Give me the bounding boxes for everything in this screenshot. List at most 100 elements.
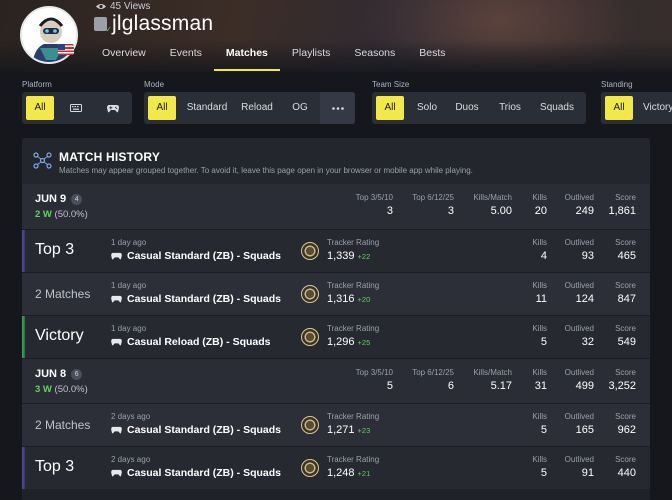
- tab-overview[interactable]: Overview: [90, 37, 158, 71]
- mode-segmented-control: All Standard Reload OG: [144, 92, 355, 124]
- gamepad-icon: [111, 252, 122, 260]
- stat-label: Outlived: [564, 238, 594, 247]
- match-row[interactable]: Top 3 2 days ago Casual Standard (ZB) - …: [22, 446, 650, 489]
- team-size-trios-button[interactable]: Trios: [488, 92, 532, 124]
- mode-all-button[interactable]: All: [148, 96, 176, 120]
- tab-events[interactable]: Events: [158, 37, 214, 71]
- match-row[interactable]: Top 3 1 day ago Casual Standard (ZB) - S…: [22, 229, 650, 272]
- day-wins: 3 W (50.0%): [35, 384, 88, 395]
- match-placement: Victory: [35, 327, 84, 344]
- rank-badge-icon: [301, 328, 319, 346]
- match-row[interactable]: 2 Matches 1 day ago Casual Standard (ZB)…: [22, 272, 650, 315]
- stat-value: 31: [534, 380, 547, 392]
- tracker-rating-label: Tracker Rating: [327, 324, 380, 333]
- stat-value: 5.17: [490, 380, 512, 392]
- gamepad-icon: [111, 295, 122, 303]
- rank-badge-icon: [301, 242, 319, 260]
- username: jlglassman: [112, 12, 214, 35]
- profile-views: 45 Views: [96, 1, 150, 12]
- mode-standard-button[interactable]: Standard: [180, 92, 234, 124]
- day-win-percent: (50.0%): [54, 384, 88, 395]
- tracker-rating-number: 1,316: [327, 293, 355, 305]
- day-outlived-stat: Outlived 499: [565, 368, 594, 392]
- profile-nav: Overview Events Matches Playlists Season…: [90, 37, 458, 71]
- tracker-rating: Tracker Rating 1,248 +21: [327, 455, 379, 479]
- match-kills-stat: Kills 4: [532, 238, 547, 262]
- stat-value: 3,252: [608, 380, 636, 392]
- match-outlived-stat: Outlived 32: [565, 324, 594, 348]
- stat-value: 124: [575, 293, 594, 305]
- platform-all-button[interactable]: All: [26, 96, 54, 120]
- day-summary-row[interactable]: JUN 9 4 2 W (50.0%) Top 3/5/10 3 Top 6/1…: [22, 184, 650, 229]
- rank-badge-icon: [301, 285, 319, 303]
- tracker-rating-value: 1,271 +23: [327, 424, 379, 436]
- match-outlived-stat: Outlived 91: [565, 455, 594, 479]
- standing-victory-button[interactable]: Victory: [637, 92, 672, 124]
- tracker-rating-number: 1,271: [327, 424, 355, 436]
- mode-og-button[interactable]: OG: [280, 92, 320, 124]
- stat-label: Score: [615, 281, 636, 290]
- rank-badge-icon: [301, 459, 319, 477]
- tracker-rating-number: 1,248: [327, 467, 355, 479]
- match-row[interactable]: 2 Matches 2 days ago Casual Standard (ZB…: [22, 403, 650, 446]
- day-kills-stat: Kills 20: [532, 193, 547, 217]
- gamepad-icon: [111, 338, 122, 346]
- stat-label: Score: [615, 455, 636, 464]
- avatar[interactable]: [20, 6, 78, 64]
- match-score-stat: Score 847: [615, 281, 636, 305]
- match-row[interactable]: Victory 1 day ago Casual Reload (ZB) - S…: [22, 315, 650, 358]
- tab-matches[interactable]: Matches: [213, 37, 280, 71]
- team-size-solo-button[interactable]: Solo: [408, 92, 446, 124]
- stat-label: Outlived: [564, 281, 594, 290]
- profile-header: 45 Views jlglassman Overview Events Matc…: [0, 0, 672, 72]
- username-row: jlglassman: [94, 12, 213, 36]
- stat-label: Kills: [532, 368, 547, 377]
- day-top3510-stat: Top 3/5/10 5: [356, 368, 393, 392]
- mode-reload-button[interactable]: Reload: [234, 92, 280, 124]
- mode-more-button[interactable]: [320, 92, 355, 124]
- placement-accent-bar: [22, 316, 25, 358]
- ellipsis-icon: [331, 106, 344, 110]
- stat-value: 5: [540, 424, 547, 436]
- stat-value: 93: [581, 250, 594, 262]
- day-summary-row[interactable]: JUN 8 6 3 W (50.0%) Top 3/5/10 5 Top 6/1…: [22, 358, 650, 403]
- stat-value: 249: [575, 205, 594, 217]
- platform-filter-label: Platform: [22, 80, 52, 89]
- match-outlived-stat: Outlived 93: [565, 238, 594, 262]
- platform-pc-button[interactable]: [58, 92, 94, 124]
- tab-playlists[interactable]: Playlists: [280, 37, 343, 71]
- match-kills-stat: Kills 5: [532, 412, 547, 436]
- tracker-rating-value: 1,248 +21: [327, 467, 379, 479]
- stat-label: Kills: [532, 324, 547, 333]
- tab-seasons[interactable]: Seasons: [342, 37, 407, 71]
- standing-all-button[interactable]: All: [605, 96, 633, 120]
- tracker-rating-number: 1,296: [327, 336, 355, 348]
- day-date: JUN 9 4: [35, 193, 83, 205]
- stat-label: Top 3/5/10: [355, 368, 393, 377]
- stat-value: 962: [617, 424, 636, 436]
- match-history-note: Matches may appear grouped together. To …: [59, 166, 473, 175]
- match-placement: 2 Matches: [35, 418, 91, 432]
- stat-value: 5: [540, 467, 547, 479]
- eye-icon: [96, 4, 106, 9]
- team-size-duos-button[interactable]: Duos: [446, 92, 488, 124]
- day-win-count: 3 W: [35, 384, 52, 395]
- stat-value: 3: [447, 205, 454, 217]
- day-kills-per-match-stat: Kills/Match 5.17: [473, 368, 512, 392]
- team-size-all-button[interactable]: All: [376, 96, 404, 120]
- tab-bests[interactable]: Bests: [407, 37, 457, 71]
- stat-label: Kills/Match: [473, 193, 512, 202]
- stat-label: Outlived: [564, 193, 594, 202]
- stat-value: 1,861: [608, 205, 636, 217]
- stat-label: Top 6/12/25: [412, 193, 454, 202]
- match-outlived-stat: Outlived 165: [565, 412, 594, 436]
- team-size-squads-button[interactable]: Squads: [532, 92, 582, 124]
- rank-badge-icon: [301, 416, 319, 434]
- stat-value: 3: [386, 205, 393, 217]
- platform-console-button[interactable]: [94, 92, 132, 124]
- epic-games-icon: [94, 17, 112, 34]
- match-time-ago: 2 days ago: [111, 455, 151, 464]
- keyboard-icon: [70, 104, 82, 112]
- match-score-stat: Score 962: [615, 412, 636, 436]
- tracker-rating-delta: +21: [357, 469, 371, 478]
